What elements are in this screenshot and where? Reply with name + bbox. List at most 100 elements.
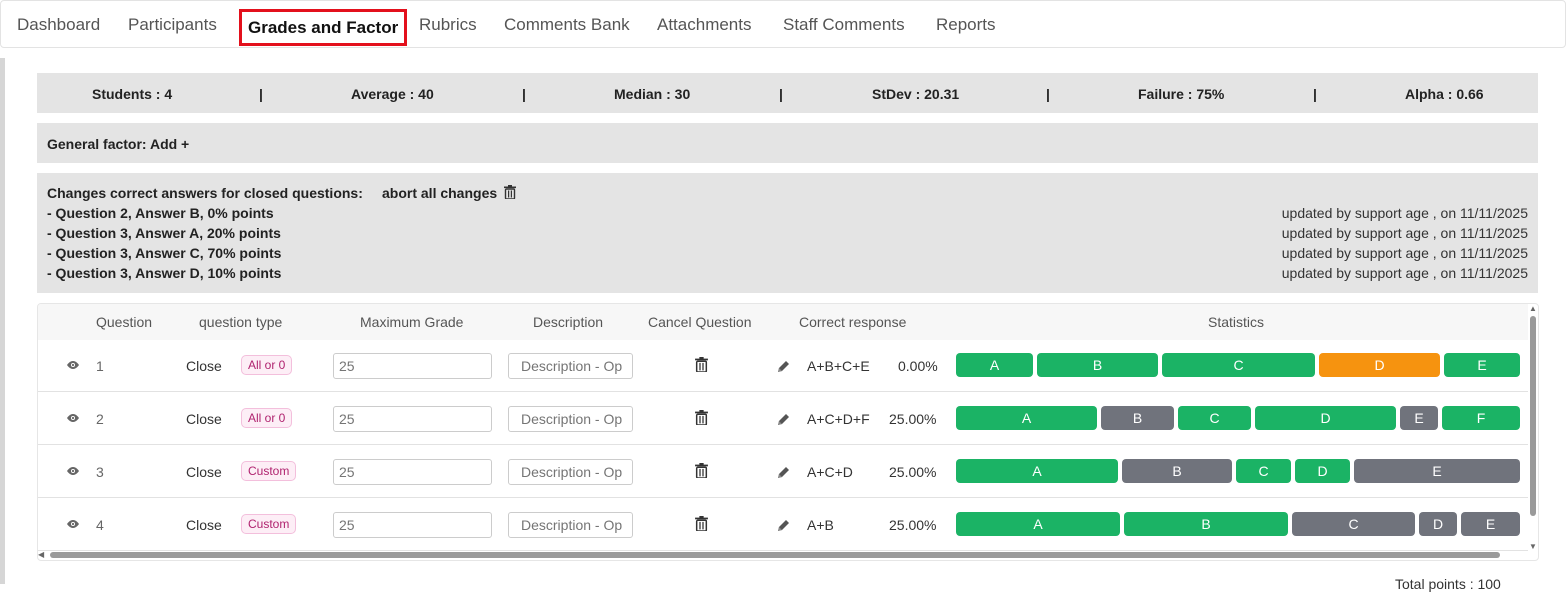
changes-panel: Changes correct answers for closed quest… (37, 173, 1538, 293)
correct-response: A+B+C+E (807, 358, 870, 374)
stat-students: Students : 4 (92, 86, 173, 102)
table-row: 3 Close Custom A+C+D 25.00% ABCDE (38, 446, 1528, 498)
scoring-badge: Custom (241, 461, 297, 481)
header-cancel-question: Cancel Question (648, 314, 752, 330)
correct-percent: 25.00% (889, 517, 937, 533)
trash-icon[interactable] (695, 463, 708, 478)
general-factor-add[interactable]: General factor: Add + (47, 136, 189, 152)
question-type: Close (186, 517, 222, 533)
scroll-up-icon[interactable]: ▲ (1529, 304, 1537, 313)
description-input[interactable] (508, 459, 633, 485)
statistics-segment-b: B (1124, 512, 1288, 536)
statistics-segment-d: D (1255, 406, 1396, 430)
question-number: 4 (96, 517, 104, 533)
vertical-scrollbar[interactable]: ▲ ▼ (1528, 304, 1538, 556)
trash-icon (504, 185, 517, 200)
trash-icon[interactable] (695, 410, 708, 425)
question-type: Close (186, 411, 222, 427)
maximum-grade-input[interactable] (333, 353, 492, 379)
trash-icon[interactable] (695, 357, 708, 372)
statistics-segment-f: F (1442, 406, 1520, 430)
stat-median: Median : 30 (614, 86, 691, 102)
question-type: Close (186, 358, 222, 374)
stat-stdev: StDev : 20.31 (872, 86, 960, 102)
change-item: - Question 3, Answer D, 10% points (47, 265, 282, 281)
tab-rubrics[interactable]: Rubrics (419, 15, 477, 35)
vertical-scroll-thumb[interactable] (1530, 316, 1536, 516)
change-updated: updated by support age , on 11/11/2025 (1281, 245, 1528, 261)
stat-alpha: Alpha : 0.66 (1405, 86, 1484, 102)
correct-percent: 0.00% (898, 358, 938, 374)
tab-grades-and-factor[interactable]: Grades and Factor (239, 9, 408, 46)
left-border (0, 58, 5, 584)
change-item: - Question 3, Answer A, 20% points (47, 225, 281, 241)
stat-separator: | (259, 86, 263, 102)
abort-all-changes-button[interactable]: abort all changes (382, 185, 517, 201)
scroll-down-icon[interactable]: ▼ (1529, 542, 1537, 551)
statistics-segment-a: A (956, 512, 1120, 536)
tab-participants[interactable]: Participants (128, 15, 217, 35)
tab-reports[interactable]: Reports (936, 15, 996, 35)
statistics-segment-a: A (956, 406, 1097, 430)
statistics-segment-a: A (956, 459, 1118, 483)
maximum-grade-input[interactable] (333, 512, 492, 538)
pencil-icon[interactable] (776, 412, 791, 427)
table-row: 2 Close All or 0 A+C+D+F 25.00% ABCDEF (38, 393, 1528, 445)
general-factor-panel: General factor: Add + (37, 123, 1538, 163)
eye-icon[interactable] (66, 466, 80, 476)
maximum-grade-input[interactable] (333, 459, 492, 485)
change-updated: updated by support age , on 11/11/2025 (1281, 205, 1528, 221)
statistics-segment-e: E (1354, 459, 1520, 483)
correct-response: A+B (807, 517, 834, 533)
trash-icon[interactable] (695, 516, 708, 531)
statistics-segment-b: B (1101, 406, 1174, 430)
header-question: Question (96, 314, 153, 330)
eye-icon[interactable] (66, 519, 80, 529)
horizontal-scrollbar[interactable]: ◀ (38, 549, 1528, 561)
statistics-segment-c: C (1292, 512, 1415, 536)
questions-table: Question question type Maximum Grade Des… (37, 303, 1539, 561)
stat-separator: | (779, 86, 783, 102)
scoring-badge: All or 0 (241, 408, 293, 428)
correct-response: A+C+D (807, 464, 853, 480)
pencil-icon[interactable] (776, 465, 791, 480)
change-item: - Question 2, Answer B, 0% points (47, 205, 274, 221)
statistics-bar: ABCDE (956, 459, 1520, 483)
change-item: - Question 3, Answer C, 70% points (47, 245, 282, 261)
abort-label: abort all changes (382, 185, 498, 201)
changes-title: Changes correct answers for closed quest… (47, 185, 363, 201)
statistics-segment-c: C (1162, 353, 1315, 377)
correct-percent: 25.00% (889, 411, 937, 427)
pencil-icon[interactable] (776, 518, 791, 533)
statistics-segment-d: D (1419, 512, 1457, 536)
tab-staff-comments[interactable]: Staff Comments (783, 15, 905, 35)
change-updated: updated by support age , on 11/11/2025 (1281, 265, 1528, 281)
tab-comments-bank[interactable]: Comments Bank (504, 15, 630, 35)
header-correct-response: Correct response (799, 314, 907, 330)
table-row: 1 Close All or 0 A+B+C+E 0.00% ABCDE (38, 340, 1528, 392)
table-header: Question question type Maximum Grade Des… (38, 304, 1528, 340)
description-input[interactable] (508, 353, 633, 379)
stat-average: Average : 40 (351, 86, 434, 102)
statistics-segment-a: A (956, 353, 1033, 377)
statistics-segment-c: C (1236, 459, 1291, 483)
tab-attachments[interactable]: Attachments (657, 15, 752, 35)
description-input[interactable] (508, 512, 633, 538)
eye-icon[interactable] (66, 360, 80, 370)
statistics-segment-b: B (1122, 459, 1232, 483)
statistics-bar: ABCDEF (956, 406, 1520, 430)
correct-response: A+C+D+F (807, 411, 870, 427)
stat-separator: | (1313, 86, 1317, 102)
scroll-left-icon[interactable]: ◀ (38, 550, 44, 559)
change-updated: updated by support age , on 11/11/2025 (1281, 225, 1528, 241)
horizontal-scroll-thumb[interactable] (50, 552, 1500, 558)
statistics-segment-e: E (1461, 512, 1520, 536)
question-number: 2 (96, 411, 104, 427)
maximum-grade-input[interactable] (333, 406, 492, 432)
scoring-badge: Custom (241, 514, 297, 534)
tab-dashboard[interactable]: Dashboard (17, 15, 100, 35)
header-question-type: question type (199, 314, 283, 330)
description-input[interactable] (508, 406, 633, 432)
pencil-icon[interactable] (776, 359, 791, 374)
eye-icon[interactable] (66, 413, 80, 423)
